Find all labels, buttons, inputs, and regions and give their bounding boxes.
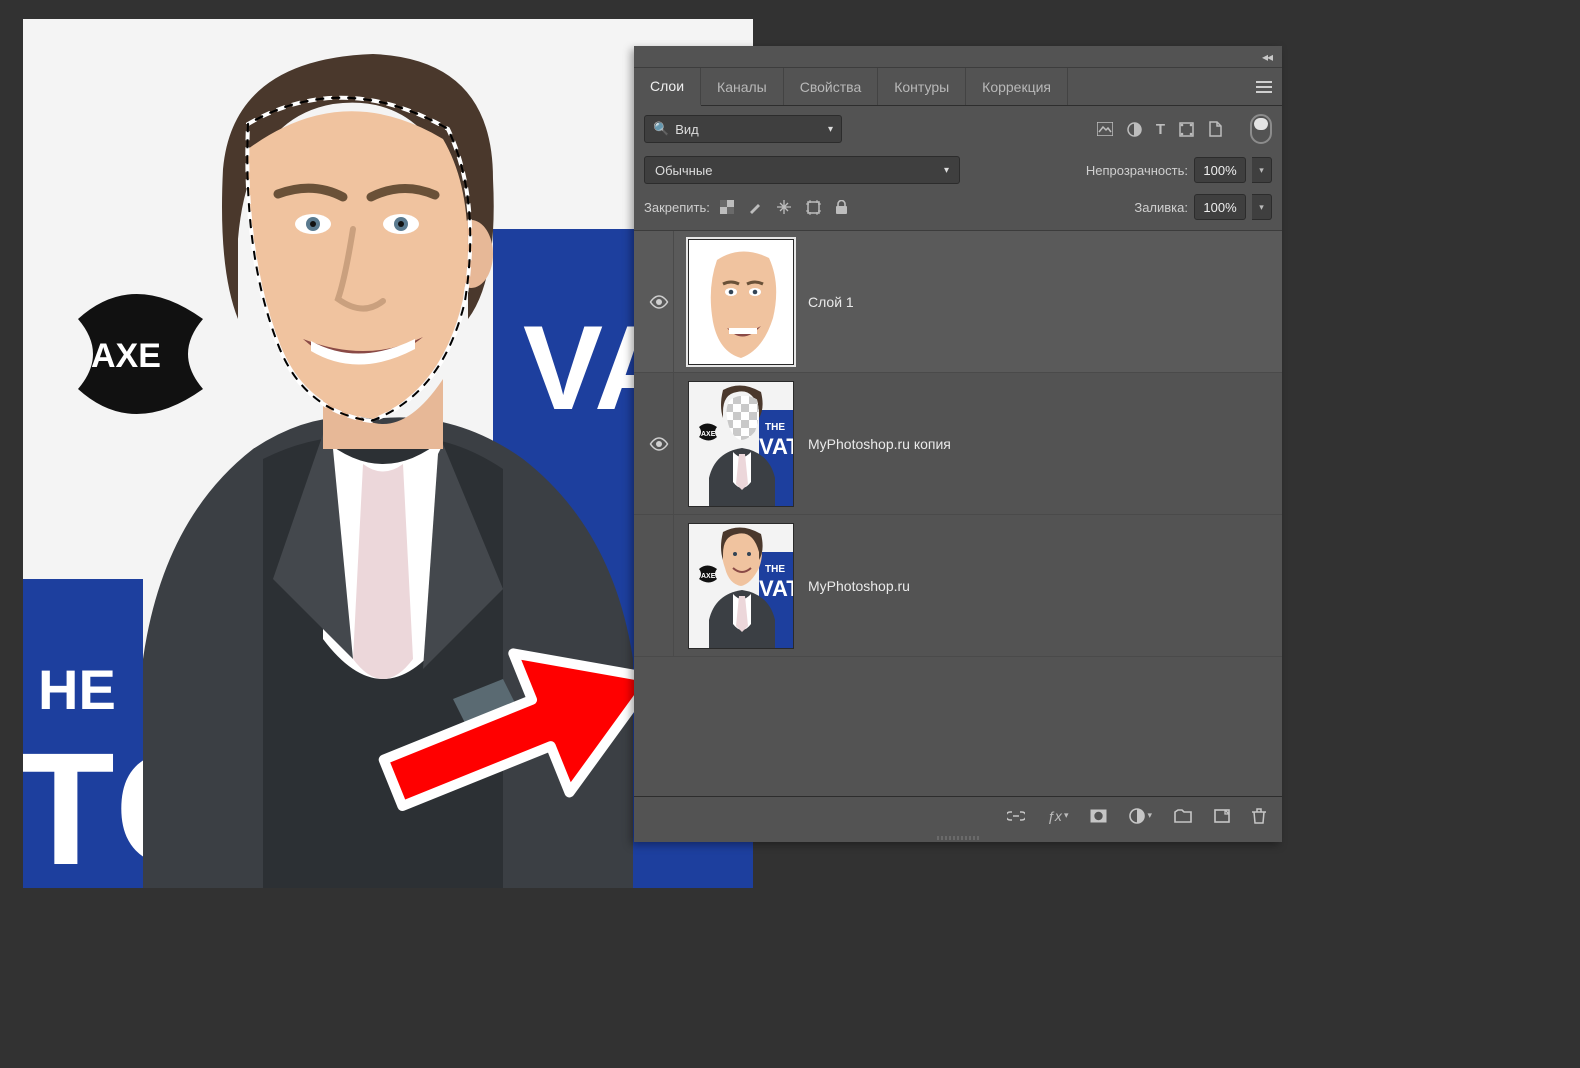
mask-icon[interactable] [1090, 809, 1107, 823]
layer-list: Слой 1 THEVATAXE MyPhotoshop.ru копия TH… [634, 231, 1282, 796]
new-layer-icon[interactable] [1214, 809, 1230, 823]
svg-text:AXE: AXE [701, 573, 716, 580]
svg-text:AXE: AXE [91, 337, 161, 375]
link-icon[interactable] [1007, 811, 1025, 821]
layer-row[interactable]: THEVAT AXE MyPhotoshop.ru копия [634, 373, 1282, 515]
adjustment-icon[interactable]: ▾ [1129, 808, 1152, 824]
panel-footer: ƒx▾ ▾ [634, 796, 1282, 834]
svg-text:THE: THE [765, 422, 785, 433]
layer-name[interactable]: MyPhotoshop.ru копия [808, 436, 951, 452]
search-icon: 🔍 [653, 121, 669, 137]
layer-row[interactable]: THEVAT AXE MyPhotoshop.ru [634, 515, 1282, 657]
visibility-toggle[interactable] [644, 515, 674, 656]
opacity-value[interactable]: 100% [1194, 157, 1246, 183]
layer-thumbnail[interactable]: THEVAT AXE [688, 381, 794, 507]
filter-smart-icon[interactable] [1208, 121, 1222, 137]
layer-name[interactable]: Слой 1 [808, 294, 854, 310]
svg-text:THE: THE [765, 564, 785, 575]
poster-text-the: HE [38, 658, 116, 721]
chevron-down-icon: ▾ [944, 165, 949, 176]
panel-tabs: Слои Каналы Свойства Контуры Коррекция [634, 68, 1282, 106]
panel-resize-handle[interactable] [634, 834, 1282, 842]
opacity-label: Непрозрачность: [1086, 163, 1188, 178]
tab-properties[interactable]: Свойства [784, 68, 878, 105]
tab-paths[interactable]: Контуры [878, 68, 966, 105]
lock-artboard-icon[interactable] [806, 200, 821, 215]
layer-row[interactable]: Слой 1 [634, 231, 1282, 373]
panel-collapse-icon[interactable]: ◂◂ [1262, 50, 1272, 64]
filter-toggle[interactable] [1250, 114, 1272, 144]
lock-label: Закрепить: [644, 200, 710, 215]
filter-pixel-icon[interactable] [1097, 122, 1113, 136]
filter-label: Вид [675, 122, 699, 137]
lock-all-icon[interactable] [835, 200, 848, 215]
fill-stepper[interactable]: ▾ [1252, 194, 1272, 220]
svg-text:VAT: VAT [759, 434, 794, 459]
layer-name[interactable]: MyPhotoshop.ru [808, 578, 910, 594]
fx-icon[interactable]: ƒx▾ [1047, 808, 1068, 824]
axe-logo: AXE [78, 294, 203, 414]
filter-type-icon[interactable]: T [1156, 121, 1165, 138]
lock-pixels-icon[interactable] [748, 200, 762, 214]
opacity-stepper[interactable]: ▾ [1252, 157, 1272, 183]
group-icon[interactable] [1174, 809, 1192, 823]
lock-position-icon[interactable] [776, 199, 792, 215]
svg-text:AXE: AXE [701, 431, 716, 438]
panel-menu-icon[interactable] [1246, 68, 1282, 105]
layer-thumbnail[interactable]: THEVAT AXE [688, 523, 794, 649]
lock-transparent-icon[interactable] [720, 200, 734, 214]
tab-layers[interactable]: Слои [634, 68, 701, 106]
chevron-down-icon: ▾ [828, 124, 833, 135]
tab-adjustments[interactable]: Коррекция [966, 68, 1068, 105]
filter-shape-icon[interactable] [1179, 122, 1194, 137]
visibility-toggle[interactable] [644, 231, 674, 372]
blend-mode-dropdown[interactable]: Обычные ▾ [644, 156, 960, 184]
filter-adjustment-icon[interactable] [1127, 122, 1142, 137]
svg-text:VAT: VAT [759, 576, 794, 601]
layer-thumbnail[interactable] [688, 239, 794, 365]
fill-value[interactable]: 100% [1194, 194, 1246, 220]
layer-kind-filter[interactable]: 🔍 Вид ▾ [644, 115, 842, 143]
layers-panel: ◂◂ Слои Каналы Свойства Контуры Коррекци… [634, 46, 1282, 842]
trash-icon[interactable] [1252, 808, 1266, 824]
visibility-toggle[interactable] [644, 373, 674, 514]
fill-label: Заливка: [1134, 200, 1188, 215]
tab-channels[interactable]: Каналы [701, 68, 784, 105]
